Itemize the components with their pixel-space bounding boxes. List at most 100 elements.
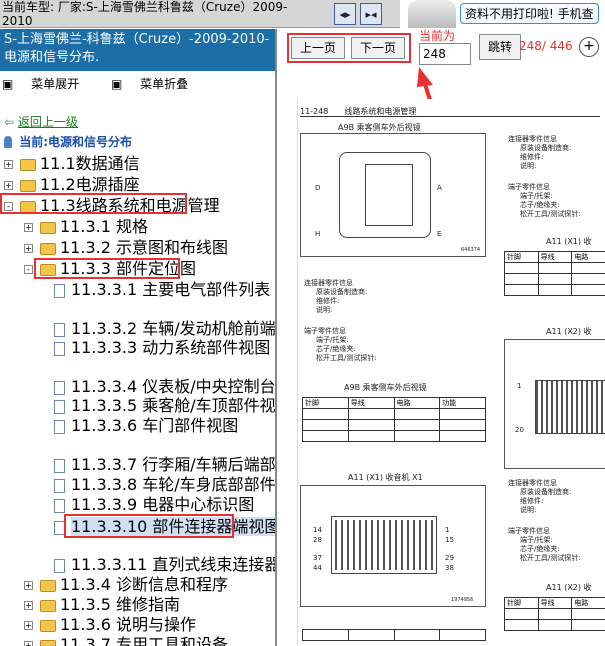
expand-icon[interactable]: +: [24, 244, 33, 253]
document-icon: [54, 342, 65, 356]
tree-item-label: 11.3.3.8 车轮/车身底部部件视图: [71, 475, 276, 494]
term-info: 端子零件信息 端子/托架: 芯子/绝缘夹: 松开工具/测试探针:: [508, 527, 581, 562]
grid-icon: ▣: [2, 77, 18, 91]
tree-doc-item[interactable]: 11.3.3.7 行李厢/车辆后端部件视图: [54, 455, 276, 475]
tree-doc-item[interactable]: 11.3.3.9 电器中心标识图: [54, 495, 254, 515]
connector-figure: D A H E 646374: [300, 133, 486, 257]
pin-table: 针脚 导线 电路: [504, 597, 605, 631]
tree-folder-item[interactable]: +11.3.6 说明与操作: [24, 615, 196, 635]
tree-panel: S-上海雪佛兰-科鲁兹（Cruze）-2009-2010- 电源和信号分布. ▣…: [0, 29, 277, 646]
connector-figure: 14 28 37 44 1 15 29 38 1974956: [300, 485, 486, 607]
window-title: 当前车型: 厂家:S-上海雪佛兰科鲁兹（Cruze）2009-2010: [2, 0, 288, 28]
folder-icon: [40, 640, 56, 646]
figure-title: A11 (X2) 收: [546, 583, 592, 592]
folder-icon: [20, 159, 36, 171]
document-icon: [54, 400, 65, 414]
back-arrow-icon: ⇦: [4, 115, 15, 129]
tree-folder-item[interactable]: +11.2电源插座: [4, 175, 140, 195]
expand-icon[interactable]: +: [24, 621, 33, 630]
tree-item-label: 11.3.7 专用工具和设备: [60, 635, 228, 646]
conn-info: 连接器零件信息 原装设备制造商: 维修件: 说明:: [508, 479, 572, 514]
current-location: 当前:电源和信号分布: [4, 134, 132, 150]
expand-all-button[interactable]: ▣ 菜单展开: [2, 77, 93, 91]
folder-icon: [40, 580, 56, 592]
ad-banner[interactable]: 资料不用打印啦! 手机查: [400, 0, 605, 28]
conn-info: 连接器零件信息 原装设备制造商: 维修件: 说明:: [508, 135, 572, 170]
tree-folder-item[interactable]: +11.3.1 规格: [24, 217, 148, 237]
figure-title: A11 (X2) 收: [546, 327, 592, 336]
tree-doc-item[interactable]: 11.3.3.5 乘客舱/车顶部件视图: [54, 396, 277, 416]
pin-table: 针脚 导线 电路: [504, 251, 605, 296]
document-icon: [54, 420, 65, 434]
collapse-all-button[interactable]: ▣ 菜单折叠: [111, 77, 202, 91]
highlight-box: [34, 258, 180, 279]
panel-heading: S-上海雪佛兰-科鲁兹（Cruze）-2009-2010- 电源和信号分布.: [0, 29, 275, 71]
term-info: 端子零件信息 端子/托架: 芯子/绝缘夹: 松开工具/测试探针:: [304, 327, 377, 362]
tree-doc-item[interactable]: 11.3.3.11 直列式线束连接器端视图: [54, 555, 275, 575]
tree-folder-item[interactable]: +11.3.4 诊断信息和程序: [24, 575, 228, 595]
title-bar: 当前车型: 厂家:S-上海雪佛兰科鲁兹（Cruze）2009-2010 ◂▸ ▸…: [0, 0, 605, 28]
document-icon: [54, 479, 65, 493]
figure-title: A9B 乘客侧车外后视镜: [344, 383, 427, 392]
menu-bar: ▣ 菜单展开 ▣ 菜单折叠: [0, 75, 216, 92]
document-page: 11-248 线路系统和电源管理 A9B 乘客侧车外后视镜 D A H E 64…: [297, 99, 605, 646]
document-icon: [54, 559, 65, 573]
tree-doc-item[interactable]: 11.3.3.2 车辆/发动机舱前端部件视图: [54, 319, 276, 339]
folder-icon: [20, 180, 36, 192]
expand-icon[interactable]: +: [24, 601, 33, 610]
document-icon: [54, 459, 65, 473]
tree-item-label: 11.3.3.2 车辆/发动机舱前端部件视图: [71, 319, 276, 338]
tree-doc-item[interactable]: 11.3.3.4 仪表板/中央控制台部件视图: [54, 377, 276, 397]
double-arrow-icon: ▸◂: [365, 7, 377, 21]
tree-folder-item[interactable]: +11.3.5 维修指南: [24, 595, 180, 615]
document-icon: [54, 323, 65, 337]
tree-item-label: 11.3.6 说明与操作: [60, 615, 196, 634]
expand-icon[interactable]: +: [4, 160, 13, 169]
expand-icon[interactable]: +: [24, 641, 33, 646]
tree-item-label: 11.3.3.6 车门部件视图: [71, 416, 239, 435]
tree-item-label: 11.1数据通信: [40, 154, 140, 173]
highlight-box: [64, 514, 234, 538]
folder-icon: [40, 222, 56, 234]
tree-item-label: 11.3.4 诊断信息和程序: [60, 575, 228, 594]
collapse-icon[interactable]: -: [24, 265, 33, 274]
highlight-box: [0, 193, 187, 214]
figure-title: A9B 乘客侧车外后视镜: [338, 123, 421, 132]
next-nav-button[interactable]: ▸◂: [360, 3, 382, 25]
tree-folder-item[interactable]: +11.3.7 专用工具和设备: [24, 635, 228, 646]
expand-icon[interactable]: +: [4, 181, 13, 190]
tree-item-label: 11.3.2 示意图和布线图: [60, 238, 228, 257]
figure-title: A11 (X1) 收: [546, 237, 592, 246]
tree-item-label: 11.3.1 规格: [60, 217, 148, 236]
connector-figure: 1 20: [504, 339, 605, 469]
tree-doc-item[interactable]: 11.3.3.1 主要电气部件列表: [54, 280, 270, 300]
tree-item-label: 11.3.3.9 电器中心标识图: [71, 495, 255, 514]
page-header: 11-248 线路系统和电源管理: [300, 107, 600, 117]
tree-folder-item[interactable]: +11.3.2 示意图和布线图: [24, 238, 228, 258]
expand-icon[interactable]: +: [24, 581, 33, 590]
document-icon: [54, 284, 65, 298]
term-info: 端子零件信息 端子/托架: 芯子/绝缘夹: 松开工具/测试探针:: [508, 183, 581, 218]
pin-table: 针脚 导线 电路 功能: [302, 397, 486, 442]
folder-icon: [40, 620, 56, 632]
location-pin-icon: [4, 136, 12, 148]
tree-folder-item[interactable]: +11.1数据通信: [4, 154, 140, 174]
tree-doc-item[interactable]: 11.3.3.3 动力系统部件视图: [54, 338, 270, 358]
pin-table: [302, 629, 486, 641]
figure-title: A11 (X1) 收音机 X1: [348, 473, 423, 482]
prev-nav-button[interactable]: ◂▸: [334, 3, 356, 25]
tree-item-label: 11.3.3.1 主要电气部件列表: [71, 280, 271, 299]
folder-icon: [40, 243, 56, 255]
tree-doc-item[interactable]: 11.3.3.6 车门部件视图: [54, 416, 238, 436]
tree-item-label: 11.3.3.4 仪表板/中央控制台部件视图: [71, 377, 276, 396]
folder-icon: [40, 600, 56, 612]
tree-item-label: 11.2电源插座: [40, 175, 140, 194]
grid-icon: ▣: [111, 77, 127, 91]
expand-icon[interactable]: +: [24, 223, 33, 232]
tree-item-label: 11.3.3.5 乘客舱/车顶部件视图: [71, 396, 277, 415]
ad-text: 资料不用打印啦! 手机查: [460, 3, 599, 24]
tree-doc-item[interactable]: 11.3.3.8 车轮/车身底部部件视图: [54, 475, 276, 495]
back-link[interactable]: ⇦ 返回上一级: [4, 114, 78, 130]
tree-item-label: 11.3.3.3 动力系统部件视图: [71, 338, 271, 357]
tree-item-label: 11.3.3.7 行李厢/车辆后端部件视图: [71, 455, 276, 474]
